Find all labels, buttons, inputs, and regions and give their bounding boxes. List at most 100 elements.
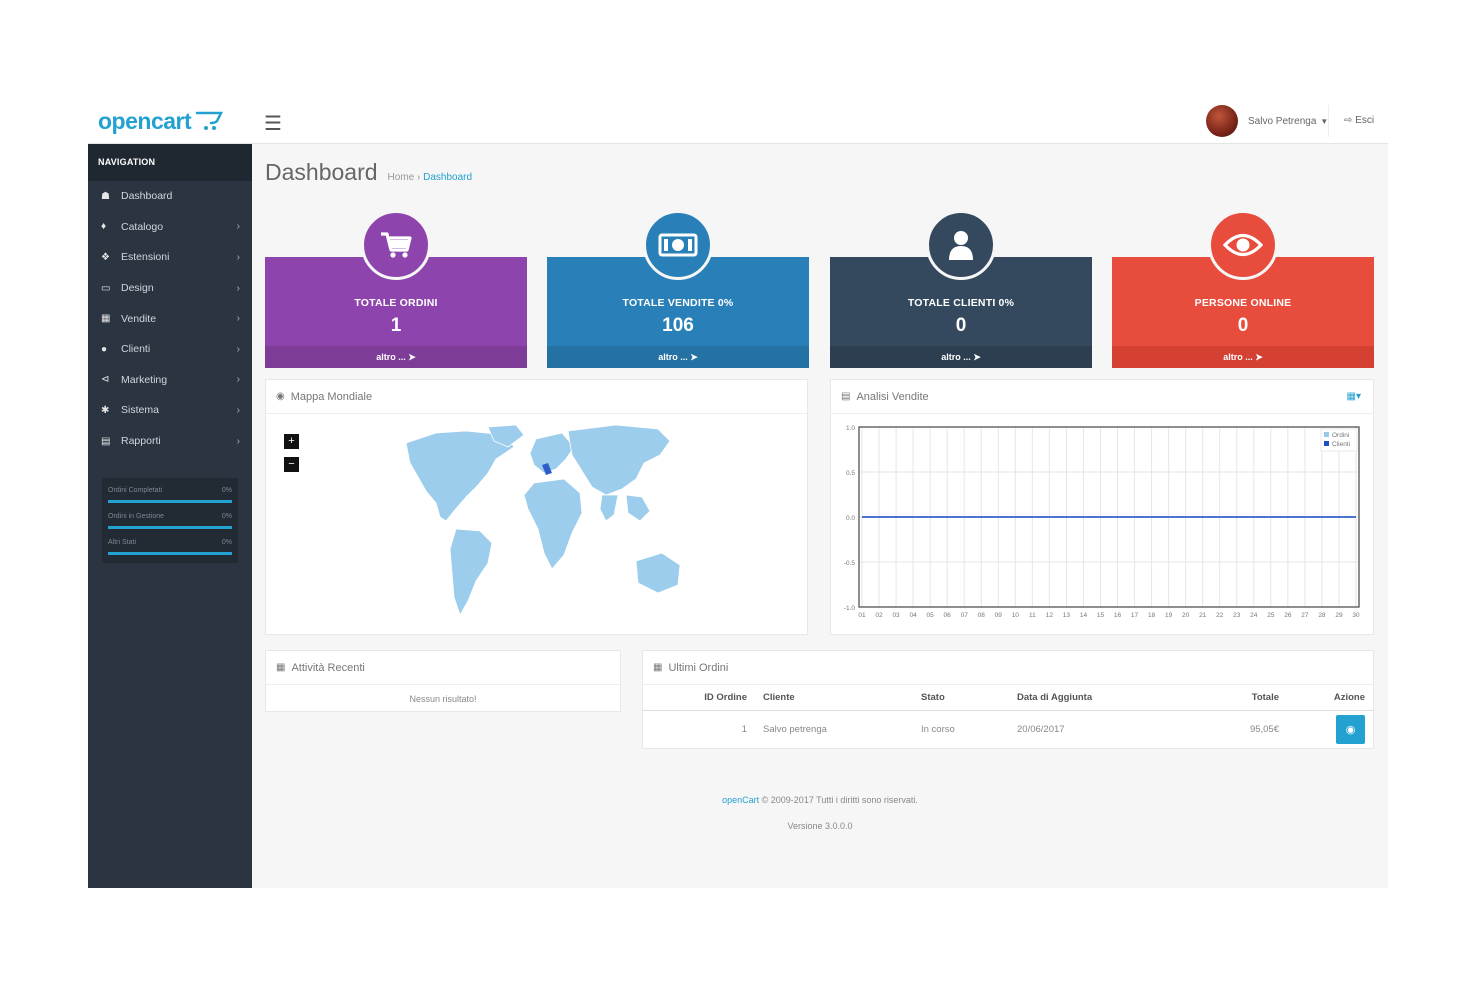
sidebar-item-marketing[interactable]: ⊲ Marketing › — [88, 365, 252, 396]
chevron-right-icon: › — [236, 435, 240, 447]
map-southeast-asia — [625, 494, 651, 522]
breadcrumb-home[interactable]: Home — [388, 172, 415, 183]
panel-heading: ◉ Mappa Mondiale — [266, 380, 807, 414]
view-order-button[interactable]: ◉ — [1336, 715, 1365, 745]
copyright-text: © 2009-2017 Tutti i diritti sono riserva… — [761, 795, 918, 805]
column-header[interactable]: ID Ordine — [643, 685, 755, 711]
tile-value: 106 — [662, 315, 694, 336]
progress-fill — [108, 500, 232, 504]
calendar-dropdown-icon[interactable]: ▦▾ — [1347, 391, 1361, 402]
panel-title: Mappa Mondiale — [290, 390, 373, 403]
opencart-logo[interactable]: opencart — [98, 107, 225, 135]
sidebar-item-vendite[interactable]: ▦ Vendite › — [88, 303, 252, 334]
x-tick-label: 20 — [1182, 612, 1190, 619]
breadcrumb-separator: › — [417, 172, 421, 183]
logout-link[interactable]: ⇨ Esci — [1344, 115, 1374, 126]
panel-title: Analisi Vendite — [856, 390, 929, 403]
progress-value: 0% — [221, 539, 232, 547]
sidebar-item-sistema[interactable]: ✱ Sistema › — [88, 395, 252, 426]
chevron-right-icon: › — [236, 343, 240, 355]
sales-analysis-panel: ▤ Analisi Vendite ▦▾ 1.0 0.5 0.0 -0.5 -1.0 01… — [830, 379, 1374, 635]
panel-title: Ultimi Ordini — [668, 661, 729, 674]
panel-heading: ▦ Attività Recenti — [266, 651, 620, 685]
tile-more-label: altro ... — [658, 352, 688, 362]
sidebar: NAVIGATION ☗ Dashboard ♦ Catalogo › ❖ Es… — [88, 144, 252, 888]
tile-icon-circle — [643, 210, 713, 280]
x-tick-label: 02 — [875, 612, 883, 619]
y-tick-label: 0.0 — [846, 515, 855, 522]
sidebar-item-label: Dashboard — [121, 190, 173, 203]
logo-cart-icon — [195, 111, 224, 130]
share-icon: ⊲ — [101, 374, 110, 386]
sidebar-item-catalogo[interactable]: ♦ Catalogo › — [88, 212, 252, 243]
progress-label: Ordini Completati — [108, 487, 163, 495]
tile-more-label: altro ... — [1223, 352, 1253, 362]
order-action-cell: ◉ — [1287, 710, 1373, 749]
legend-label: Clienti — [1332, 441, 1350, 448]
x-tick-label: 30 — [1352, 612, 1360, 619]
x-tick-label: 17 — [1131, 612, 1139, 619]
sign-out-icon: ⇨ — [1344, 115, 1353, 126]
hamburger-icon[interactable]: ☰ — [264, 111, 282, 136]
world-map-panel: ◉ Mappa Mondiale + − — [265, 379, 808, 635]
column-header[interactable]: Totale — [1209, 685, 1287, 711]
chevron-right-icon: › — [236, 251, 240, 263]
tile-value: 0 — [1237, 315, 1249, 336]
user-name[interactable]: Salvo Petrenga — [1248, 116, 1316, 127]
map-south-asia — [599, 494, 619, 522]
x-tick-label: 27 — [1301, 612, 1309, 619]
sidebar-item-label: Vendite — [121, 312, 157, 325]
column-header: Azione — [1287, 685, 1373, 711]
sidebar-item-label: Sistema — [121, 404, 159, 417]
x-tick-label: 21 — [1199, 612, 1207, 619]
progress-bar — [108, 526, 232, 530]
tile-totale-clienti: TOTALE CLIENTI 0% 0 altro ... ➤ — [830, 210, 1092, 368]
tile-icon-circle — [1208, 210, 1278, 280]
tile-totale-ordini: TOTALE ORDINI 1 altro ... ➤ — [265, 210, 527, 368]
tile-more-link[interactable]: altro ... ➤ — [830, 346, 1092, 368]
sidebar-item-dashboard[interactable]: ☗ Dashboard — [88, 181, 252, 212]
y-tick-label: 0.5 — [846, 470, 855, 477]
x-tick-label: 13 — [1063, 612, 1071, 619]
sidebar-item-design[interactable]: ▭ Design › — [88, 273, 252, 304]
tile-more-link[interactable]: altro ... ➤ — [1112, 346, 1374, 368]
tile-title: TOTALE ORDINI — [354, 297, 438, 309]
x-tick-label: 09 — [995, 612, 1003, 619]
y-tick-label: 1.0 — [846, 425, 855, 432]
tile-title: TOTALE VENDITE 0% — [622, 297, 734, 309]
x-tick-label: 03 — [892, 612, 900, 619]
progress-fill — [108, 552, 232, 556]
tile-more-link[interactable]: altro ... ➤ — [547, 346, 809, 368]
puzzle-icon: ❖ — [101, 251, 110, 263]
map-south-america — [449, 528, 493, 616]
chevron-right-icon: › — [236, 313, 240, 325]
opencart-link[interactable]: openCart — [722, 795, 759, 805]
column-header[interactable]: Data di Aggiunta — [1009, 685, 1209, 711]
column-header[interactable]: Stato — [913, 685, 1009, 711]
tile-more-link[interactable]: altro ... ➤ — [265, 346, 527, 368]
sidebar-item-estensioni[interactable]: ❖ Estensioni › — [88, 242, 252, 273]
sidebar-item-rapporti[interactable]: ▤ Rapporti › — [88, 426, 252, 457]
order-customer: Salvo petrenga — [763, 724, 827, 736]
map-zoom-out-button[interactable]: − — [284, 457, 299, 472]
x-tick-label: 25 — [1267, 612, 1275, 619]
order-total: 95,05€ — [1249, 724, 1279, 736]
breadcrumb-current[interactable]: Dashboard — [423, 172, 472, 183]
footer-copyright: openCart © 2009-2017 Tutti i diritti son… — [252, 795, 1388, 805]
sidebar-heading: NAVIGATION — [88, 144, 252, 181]
avatar[interactable] — [1206, 105, 1238, 137]
sidebar-item-clienti[interactable]: ● Clienti › — [88, 334, 252, 365]
cart-icon: ▦ — [101, 313, 111, 325]
x-tick-label: 10 — [1012, 612, 1020, 619]
tile-title: PERSONE ONLINE — [1194, 297, 1292, 309]
tile-value: 1 — [390, 315, 402, 336]
tag-icon: ♦ — [101, 221, 107, 233]
world-map[interactable] — [396, 425, 696, 621]
x-tick-label: 28 — [1318, 612, 1326, 619]
cart-icon — [381, 232, 412, 258]
user-menu[interactable]: Salvo Petrenga ▼ — [1206, 105, 1328, 137]
column-header[interactable]: Cliente — [755, 685, 913, 711]
map-zoom-in-button[interactable]: + — [284, 434, 299, 449]
chevron-right-icon: › — [236, 282, 240, 294]
sidebar-item-label: Marketing — [121, 373, 168, 386]
